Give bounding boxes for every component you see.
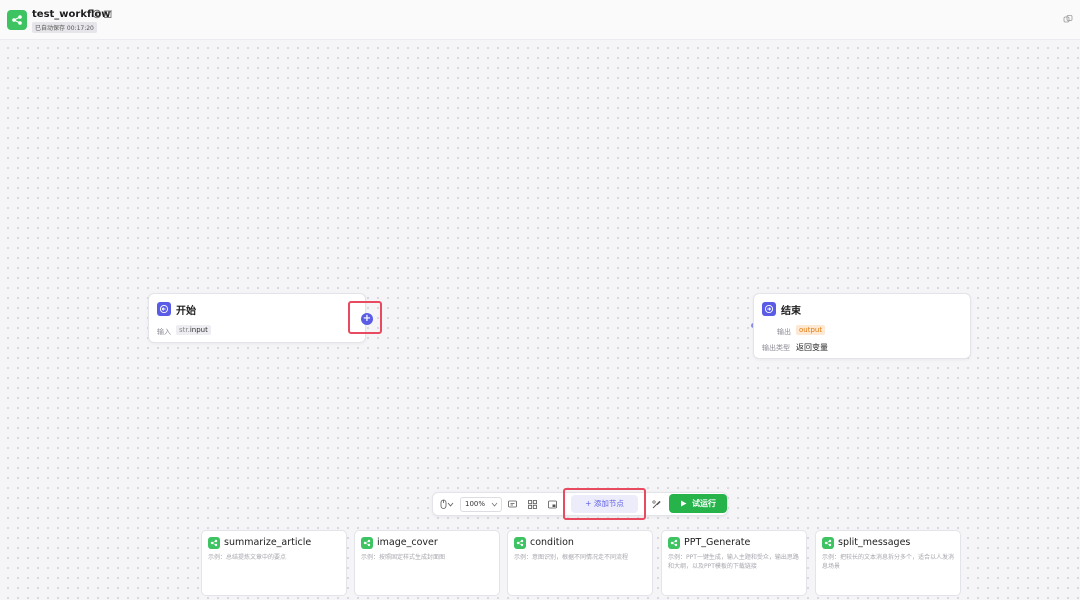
layout-grid-icon[interactable] (527, 499, 538, 510)
workflow-logo-icon (7, 10, 27, 30)
plugin-card[interactable]: condition 示例：意图识别，根据不同情况走不同流程 (507, 530, 653, 596)
plugin-name: PPT_Generate (684, 537, 751, 548)
plugin-icon (668, 537, 680, 549)
end-output-type-value[interactable]: 返回变量 (796, 342, 828, 353)
end-output-label: 输出 (777, 328, 791, 336)
plugin-icon (208, 537, 220, 549)
plugin-icon (822, 537, 834, 549)
start-node[interactable]: 开始 输入 str.input (148, 293, 366, 343)
plugin-icon (361, 537, 373, 549)
plugin-description: 示例：PPT一键生成，输入主题和受众，输出思路和大纲，以及PPT模板的下载链接 (668, 554, 799, 570)
end-output-variable: output (796, 325, 826, 335)
variable-type: str. (179, 326, 190, 334)
play-icon (681, 500, 687, 507)
add-node-button[interactable]: + 添加节点 (571, 495, 638, 513)
debug-tool-icon[interactable] (651, 499, 662, 510)
plugin-description: 示例：总结提炼文章中的要点 (208, 554, 287, 561)
end-node-icon (762, 302, 776, 316)
plugin-icon (514, 537, 526, 549)
link-icon[interactable] (1063, 14, 1073, 24)
chevron-down-icon[interactable] (447, 501, 454, 508)
test-run-button[interactable]: 试运行 (669, 494, 727, 513)
start-input-label: 输入 (157, 328, 171, 336)
plugin-name: condition (530, 537, 574, 548)
start-node-title: 开始 (176, 306, 196, 317)
info-icon[interactable] (92, 9, 102, 19)
edit-icon[interactable] (103, 9, 113, 19)
end-node-title: 结束 (781, 306, 801, 317)
plugin-description: 示例：把较长的文本消息拆分多个，适合以人发消息场景 (822, 554, 955, 570)
end-output-type-label: 输出类型 (762, 344, 790, 352)
end-node[interactable]: 结束 输出 output 输出类型 返回变量 (753, 293, 971, 359)
minimap-icon[interactable] (547, 499, 558, 510)
add-node-highlight: + 添加节点 (563, 488, 646, 520)
zoom-value: 100% (465, 500, 486, 508)
plugin-name: image_cover (377, 537, 438, 548)
plugin-card[interactable]: image_cover 示例：按照固定样式生成封面图 (354, 530, 500, 596)
plugin-description: 示例：意图识别，根据不同情况走不同流程 (514, 554, 629, 561)
start-input-variable: str.input (176, 325, 211, 335)
plugin-description: 示例：按照固定样式生成封面图 (361, 554, 446, 561)
plugin-name: summarize_article (224, 537, 312, 548)
plugin-card[interactable]: split_messages 示例：把较长的文本消息拆分多个，适合以人发消息场景 (815, 530, 961, 596)
zoom-select[interactable]: 100% (460, 497, 502, 512)
top-bar: test_workflow 已自动保存 00:17:20 (0, 0, 1080, 40)
autosave-status: 已自动保存 00:17:20 (32, 22, 97, 33)
add-next-node-button[interactable]: + (361, 313, 373, 325)
plugin-card[interactable]: summarize_article 示例：总结提炼文章中的要点 (201, 530, 347, 596)
test-run-label: 试运行 (692, 499, 716, 508)
start-node-icon (157, 302, 171, 316)
variable-name: input (189, 326, 208, 334)
zoom-chevron-icon (491, 502, 498, 507)
add-next-node-highlight: + (348, 301, 382, 334)
plugin-name: split_messages (838, 537, 911, 548)
plugin-card[interactable]: PPT_Generate 示例：PPT一键生成，输入主题和受众，输出思路和大纲，… (661, 530, 807, 596)
comment-icon[interactable] (507, 499, 518, 510)
